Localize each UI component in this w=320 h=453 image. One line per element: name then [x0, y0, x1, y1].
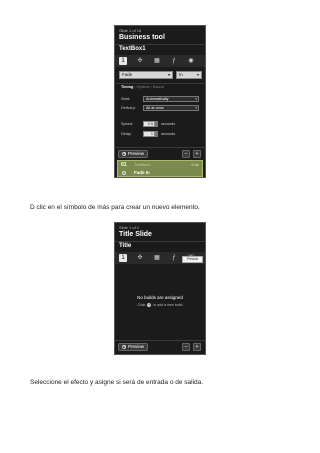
- animation-panel-title-slide: Slide 1 of 1 Title Slide Title 1 ✣ ▦ ƒ ◉…: [114, 222, 206, 355]
- settings-tabs: Timing | Options | Sound: [121, 85, 164, 89]
- panel-title: Title Slide: [119, 231, 152, 238]
- build-object: TextBox1: [134, 162, 151, 167]
- chevron-down-icon: ▾: [195, 106, 197, 110]
- remove-build-button[interactable]: –: [182, 150, 190, 158]
- move-arrows-icon[interactable]: ✣: [136, 254, 144, 262]
- minus-icon: –: [184, 151, 188, 157]
- tab-timing[interactable]: Timing: [121, 85, 133, 89]
- grid-layout-icon[interactable]: ▦: [153, 254, 161, 262]
- delay-input[interactable]: 1: [143, 131, 155, 137]
- add-build-button[interactable]: +: [193, 150, 201, 158]
- divider: [115, 241, 205, 242]
- delivery-select-value: All at once: [146, 106, 164, 110]
- empty-state-title: No builds are assigned: [137, 295, 183, 300]
- eye-icon[interactable]: ◉: [187, 57, 195, 65]
- tab-sound[interactable]: Sound: [153, 85, 164, 89]
- plus-icon: +: [195, 344, 199, 350]
- chevron-down-icon: ▾: [167, 72, 170, 77]
- caption-instruction-2: Seleccione el efecto y asigne si será de…: [30, 379, 204, 386]
- build-list-item[interactable]: 01 TextBox1 0.5s ⚙ Fade In: [117, 160, 203, 177]
- chevron-down-icon: ▾: [195, 97, 197, 101]
- chevron-down-icon: ▾: [196, 72, 199, 77]
- effect-select[interactable]: Fade ▾: [119, 71, 173, 79]
- start-select-value: Automatically: [146, 97, 169, 101]
- tab-options[interactable]: Options: [137, 85, 150, 89]
- add-build-button[interactable]: +: [193, 343, 201, 351]
- direction-select[interactable]: In ▾: [176, 71, 202, 79]
- build-number: 01: [121, 162, 127, 168]
- panel-title: Business tool: [119, 34, 165, 41]
- delay-label: Delay:: [121, 132, 132, 136]
- empty-state-hint-after: to add a new build: [153, 303, 183, 307]
- start-select[interactable]: Automatically ▾: [143, 96, 199, 102]
- gear-icon: ⚙: [122, 171, 126, 175]
- build-duration: 0.5s: [191, 162, 199, 167]
- divider: [115, 44, 205, 45]
- selected-object-name: Title: [119, 243, 132, 249]
- animation-panel-business-tool: Slide 1 of 16 Business tool TextBox1 1 ✣…: [114, 25, 206, 178]
- speed-input[interactable]: 0.5: [143, 121, 155, 127]
- play-icon: ▶: [122, 345, 126, 349]
- move-arrows-icon[interactable]: ✣: [136, 57, 144, 65]
- grid-layout-icon[interactable]: ▦: [153, 57, 161, 65]
- empty-state-hint-before: Click: [137, 303, 146, 307]
- delivery-label: Delivery:: [121, 106, 136, 110]
- minus-icon: –: [184, 344, 188, 350]
- start-label: Start:: [121, 97, 131, 101]
- slide-counter: Slide 1 of 16: [119, 28, 142, 33]
- preview-tooltip: Preview: [182, 256, 203, 263]
- speed-unit: seconds: [161, 122, 176, 126]
- preview-button[interactable]: ▶ Preview: [118, 150, 149, 158]
- slide-counter: Slide 1 of 1: [119, 225, 140, 230]
- effect-select-value: Fade: [122, 72, 133, 77]
- delay-stepper[interactable]: [155, 131, 158, 137]
- build-toolbar: 1 ✣ ▦ ƒ ◉: [115, 55, 205, 67]
- caption-instruction-1: D clic en el símbolo de más para crear u…: [30, 204, 200, 211]
- divider: [115, 147, 205, 148]
- divider: [115, 83, 205, 84]
- preview-button[interactable]: ▶ Preview: [118, 343, 149, 351]
- number-one-icon[interactable]: 1: [119, 57, 127, 65]
- function-icon[interactable]: ƒ: [170, 57, 178, 65]
- plus-icon[interactable]: +: [147, 303, 152, 307]
- preview-button-label: Preview: [128, 151, 145, 156]
- speed-stepper[interactable]: [155, 121, 158, 127]
- delay-unit: seconds: [161, 132, 176, 136]
- remove-build-button[interactable]: –: [182, 343, 190, 351]
- plus-icon: +: [195, 151, 199, 157]
- preview-button-label: Preview: [128, 344, 145, 349]
- speed-label: Speed:: [121, 122, 134, 126]
- empty-state-hint: Click + to add a new build: [115, 303, 205, 307]
- direction-select-value: In: [179, 72, 183, 77]
- play-icon: ▶: [122, 152, 126, 156]
- divider: [115, 340, 205, 341]
- function-icon[interactable]: ƒ: [170, 254, 178, 262]
- build-effect: Fade In: [134, 170, 150, 175]
- number-one-icon[interactable]: 1: [119, 254, 127, 262]
- selected-object-name: TextBox1: [119, 46, 146, 52]
- delivery-select[interactable]: All at once ▾: [143, 105, 199, 111]
